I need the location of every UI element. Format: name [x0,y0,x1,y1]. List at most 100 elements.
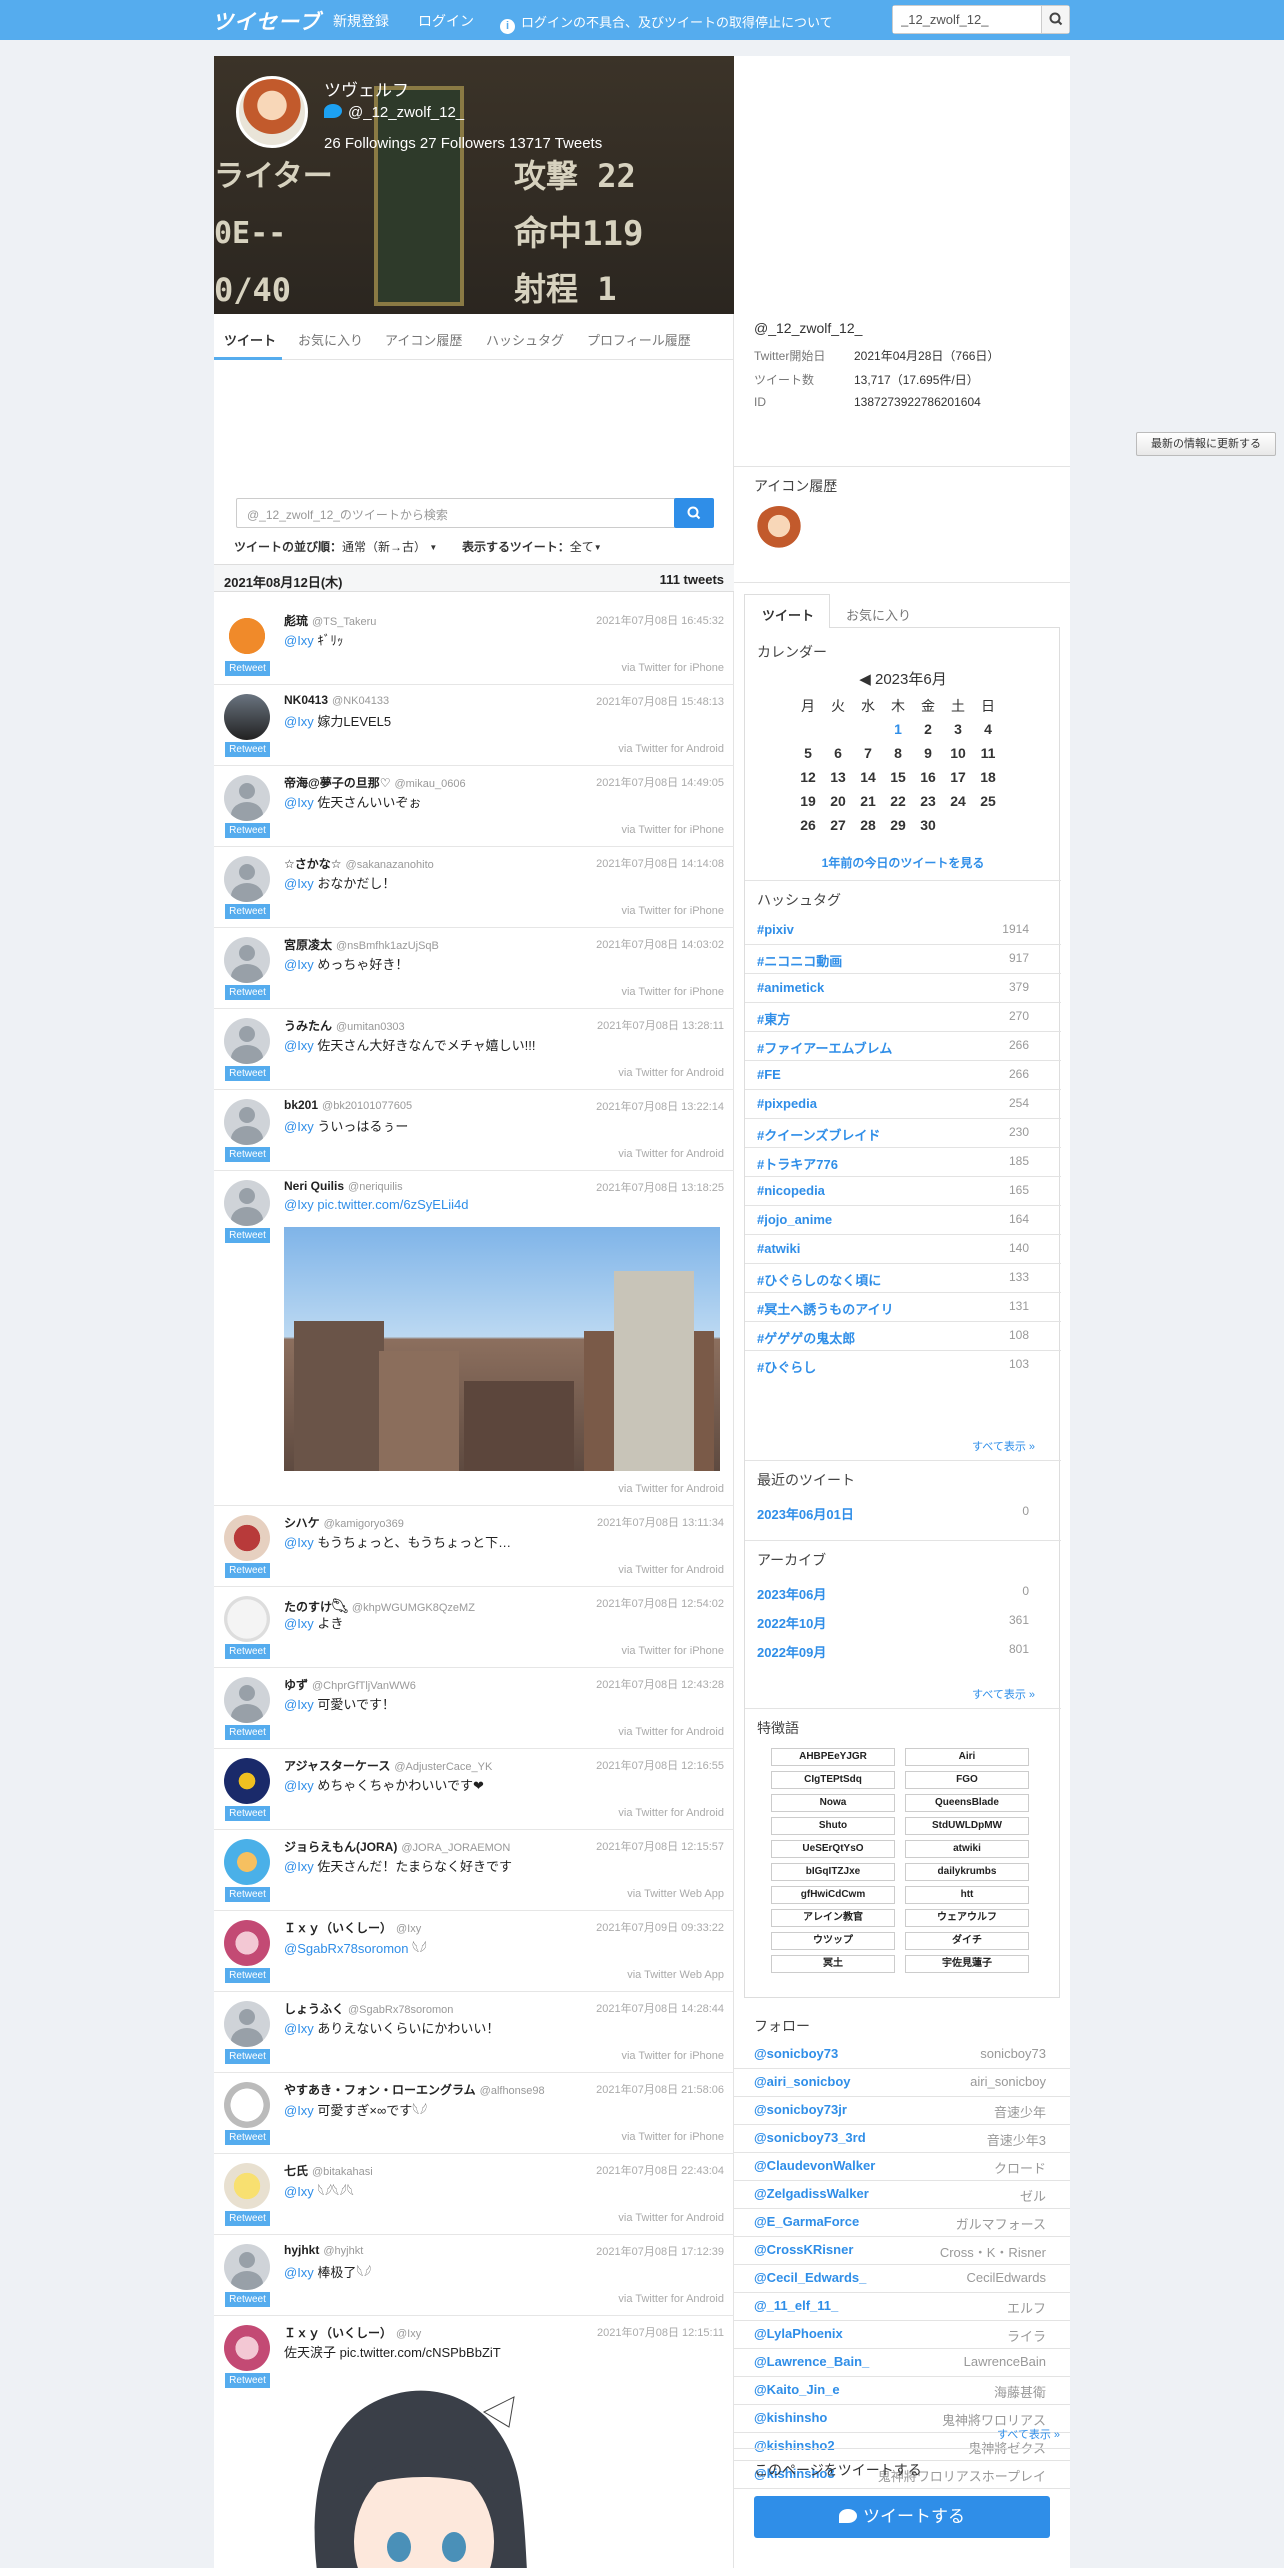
tab-hashtags[interactable]: ハッシュタグ [486,330,564,349]
hashtag-link[interactable]: #pixpedia [757,1096,817,1111]
retweet-button[interactable]: Retweet [225,1066,270,1081]
tweet-date[interactable]: 2021年07月08日 22:43:04 [596,2162,724,2178]
tweet-author[interactable]: ゆず @ChprGfTljVanWW6 [284,1676,416,1693]
retweet-button[interactable]: Retweet [225,1644,270,1659]
follow-handle[interactable]: @Kaito_Jin_e [754,2382,840,2397]
tweet-avatar[interactable] [224,1099,270,1145]
hashtag-link[interactable]: #冥土へ誘うものアイリ [757,1299,894,1318]
tweet-author[interactable]: hyjhkt @hyjhkt [284,2243,363,2257]
keyword-tag[interactable]: AHBPEeYJGR [771,1748,895,1766]
keyword-tag[interactable]: htt [905,1886,1029,1904]
retweet-button[interactable]: Retweet [225,1968,270,1983]
follow-handle[interactable]: @CrossKRisner [754,2242,853,2257]
keyword-tag[interactable]: ウェアウルフ [905,1909,1029,1927]
tweet-date[interactable]: 2021年07月08日 12:16:55 [596,1757,724,1773]
tweet-mention[interactable]: @Ixy [284,633,317,648]
tab-icon-history[interactable]: アイコン履歴 [385,330,462,349]
tweet-mention[interactable]: @Ixy [284,2021,317,2036]
retweet-button[interactable]: Retweet [225,1147,270,1162]
tweet-date[interactable]: 2021年07月08日 16:45:32 [596,612,724,628]
tweet-date[interactable]: 2021年07月08日 13:11:34 [597,1514,724,1530]
tweet-mention[interactable]: @Ixy [284,2184,317,2199]
tweet-date[interactable]: 2021年07月08日 12:15:57 [596,1838,724,1854]
hashtag-link[interactable]: #クイーンズブレイド [757,1125,880,1144]
tweet-image[interactable] [284,2372,554,2568]
tweet-author[interactable]: 帝海@夢子の旦那♡ @mikau_0606 [284,774,466,791]
icon-history-avatar[interactable] [754,506,804,556]
tweet-mention[interactable]: @SgabRx78soromon [284,1941,412,1956]
tweet-author[interactable]: 彪琉 @TS_Takeru [284,612,376,629]
follow-handle[interactable]: @sonicboy73 [754,2046,838,2061]
follow-handle[interactable]: @E_GarmaForce [754,2214,859,2229]
tweet-author[interactable]: アジャスターケース @AdjusterCace_YK [284,1757,492,1774]
recent-link[interactable]: 2023年06月01日 [757,1504,854,1523]
tweet-avatar[interactable] [224,856,270,902]
follow-see-all[interactable]: すべて表示 » [997,2426,1060,2442]
tweet-date[interactable]: 2021年07月08日 14:03:02 [596,936,724,952]
tweet-date[interactable]: 2021年07月08日 12:15:11 [597,2324,724,2340]
follow-handle[interactable]: @kishinsho2 [754,2438,835,2453]
hashtag-see-all[interactable]: すべて表示 » [972,1438,1035,1454]
keyword-tag[interactable]: atwiki [905,1840,1029,1858]
keyword-tag[interactable]: Airi [905,1748,1029,1766]
keyword-tag[interactable]: アレイン教官 [771,1909,895,1927]
tweet-avatar[interactable] [224,937,270,983]
archive-link[interactable]: 2022年09月 [757,1642,826,1661]
tweet-mention[interactable]: @Ixy [284,2103,317,2118]
tweet-avatar[interactable] [224,1839,270,1885]
hashtag-link[interactable]: #pixiv [757,922,794,937]
keyword-tag[interactable]: UeSErQtYsO [771,1840,895,1858]
retweet-button[interactable]: Retweet [225,823,270,838]
tweet-author[interactable]: Ｉｘｙ（いくしー） @Ixy [284,1919,421,1936]
tweet-avatar[interactable] [224,1018,270,1064]
retweet-button[interactable]: Retweet [225,2211,270,2226]
keyword-tag[interactable]: 冥土 [771,1955,895,1973]
tweet-this-button[interactable]: ツイートする [754,2496,1050,2538]
tweet-mention[interactable]: @Ixy [284,876,317,891]
tweet-date[interactable]: 2021年07月08日 14:28:44 [596,2000,724,2016]
hashtag-link[interactable]: #ひぐらし [757,1357,816,1376]
tweet-avatar[interactable] [224,613,270,659]
top-search-button[interactable] [1041,6,1069,33]
keyword-tag[interactable]: StdUWLDpMW [905,1817,1029,1835]
profile-handle[interactable]: @_12_zwolf_12_ [324,104,464,121]
tweet-date[interactable]: 2021年07月08日 15:48:13 [596,693,724,709]
hashtag-link[interactable]: #nicopedia [757,1183,825,1198]
hashtag-link[interactable]: #jojo_anime [757,1212,832,1227]
top-search-input[interactable] [893,6,1041,33]
keyword-tag[interactable]: FGO [905,1771,1029,1789]
hashtag-link[interactable]: #ニコニコ動画 [757,951,842,970]
tweet-search-button[interactable] [674,498,714,528]
tweet-date[interactable]: 2021年07月08日 13:18:25 [596,1179,724,1195]
tweet-date[interactable]: 2021年07月08日 13:28:11 [597,1017,724,1033]
tweet-avatar[interactable] [224,1515,270,1561]
retweet-button[interactable]: Retweet [225,985,270,1000]
tab-profile-history[interactable]: プロフィール履歴 [587,330,691,349]
archive-see-all[interactable]: すべて表示 » [972,1686,1035,1702]
tweet-mention[interactable]: @Ixy [284,1616,317,1631]
retweet-button[interactable]: Retweet [225,2292,270,2307]
tweet-date[interactable]: 2021年07月08日 12:43:28 [596,1676,724,1692]
hashtag-link[interactable]: #ゲゲゲの鬼太郎 [757,1328,855,1347]
tweet-image[interactable] [284,1227,720,1471]
hashtag-link[interactable]: #atwiki [757,1241,800,1256]
keyword-tag[interactable]: QueensBlade [905,1794,1029,1812]
hashtag-link[interactable]: #ファイアーエムブレム [757,1038,892,1057]
follow-handle[interactable]: @ZelgadissWalker [754,2186,869,2201]
site-logo[interactable]: ツイセーブ [212,6,321,36]
side-tab-tweets[interactable]: ツイート [762,605,814,624]
hashtag-link[interactable]: #トラキア776 [757,1154,838,1173]
tweet-author[interactable]: たのすけ𓆡 @khpWGUMGK8QzeMZ [284,1595,475,1615]
tweet-date[interactable]: 2021年07月09日 09:33:22 [596,1919,724,1935]
tweet-author[interactable]: シハケ @kamigoryo369 [284,1514,404,1531]
follow-handle[interactable]: @sonicboy73_3rd [754,2130,866,2145]
tweet-avatar[interactable] [224,1180,270,1226]
tweet-date[interactable]: 2021年07月08日 14:49:05 [596,774,724,790]
follow-handle[interactable]: @LylaPhoenix [754,2326,843,2341]
tweet-avatar[interactable] [224,694,270,740]
retweet-button[interactable]: Retweet [225,2373,270,2388]
tweet-avatar[interactable] [224,2325,270,2371]
tweet-avatar[interactable] [224,1677,270,1723]
follow-handle[interactable]: @Cecil_Edwards_ [754,2270,866,2285]
tweet-mention[interactable]: @Ixy [284,1197,317,1212]
